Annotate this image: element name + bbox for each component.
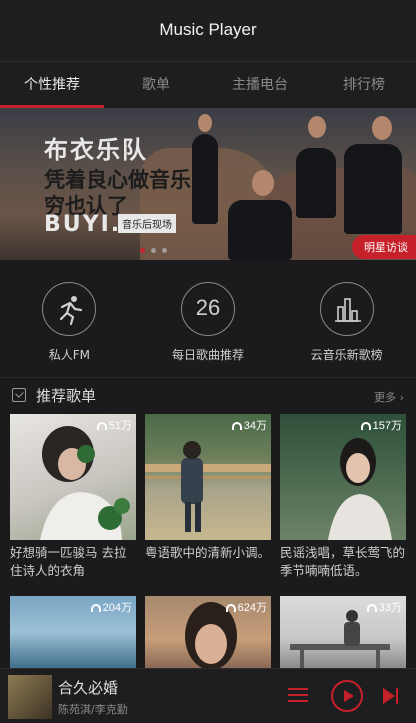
next-triangle — [383, 688, 395, 704]
section-title: 推荐歌单 — [36, 387, 97, 405]
banner-pagination[interactable] — [140, 248, 167, 253]
playlist-cover: 34万 — [145, 414, 271, 540]
tab-charts[interactable]: 排行榜 — [312, 62, 416, 108]
play-count-value: 51万 — [108, 420, 132, 432]
play-count-value: 204万 — [102, 602, 132, 614]
quick-link-label: 私人FM — [48, 348, 90, 362]
recommended-playlists-header: 推荐歌单 更多 › — [0, 378, 416, 414]
playlist-queue-icon[interactable] — [288, 687, 308, 703]
banner-dot[interactable] — [162, 248, 167, 253]
playlist-cover: 624万 — [145, 596, 271, 668]
playlist-cover: 33万 — [280, 596, 406, 668]
quick-link-fm[interactable]: 私人FM — [0, 260, 139, 377]
band-member-head — [308, 116, 326, 138]
next-bar — [396, 688, 398, 704]
next-track-icon[interactable] — [381, 686, 401, 706]
headphones-icon — [231, 422, 242, 430]
banner-dot[interactable] — [151, 248, 156, 253]
now-playing-title: 合久必婚 — [58, 679, 119, 697]
playlist-cover: 51万 — [10, 414, 136, 540]
playlist-title: 民谣浅唱，草长莺飞的季节喃喃低语。 — [280, 545, 406, 578]
band-member-figure — [192, 134, 218, 224]
calendar-day-icon: 26 — [181, 282, 235, 336]
app-header: Music Player — [0, 0, 416, 62]
daily-date-number: 26 — [195, 295, 221, 320]
runner-icon — [42, 282, 97, 336]
promo-banner[interactable]: 布衣乐队 凭着良心做音乐 穷也认了 BUYI. 音乐后现场 明星访谈 — [0, 108, 416, 260]
app-root: Music Player 个性推荐 歌单 主播电台 排行榜 布衣乐队 凭着良心做… — [0, 0, 416, 723]
band-member-figure — [228, 200, 292, 260]
quick-links: 私人FM 26 每日歌曲推荐 云音乐新歌榜 — [0, 260, 416, 378]
tab-playlists[interactable]: 歌单 — [104, 62, 208, 108]
play-button[interactable] — [331, 680, 363, 712]
quick-link-new-songs[interactable]: 云音乐新歌榜 — [277, 260, 416, 377]
bar-chart-icon — [319, 282, 374, 336]
banner-subtitle: 音乐后现场 — [118, 214, 176, 233]
app-title: Music Player — [159, 20, 257, 39]
more-link[interactable]: 更多 › — [374, 389, 404, 405]
play-count-value: 157万 — [372, 420, 402, 432]
banner-brand: BUYI. — [44, 212, 122, 237]
banner-band-name: 布衣乐队 — [44, 136, 148, 164]
play-count: 204万 — [90, 599, 132, 615]
play-count: 157万 — [360, 417, 402, 433]
play-count-value: 34万 — [243, 420, 267, 432]
playlist-title: 好想骑一匹骏马 去拉住诗人的衣角 — [10, 545, 127, 578]
tab-bar: 个性推荐 歌单 主播电台 排行榜 — [0, 62, 416, 108]
quick-link-daily[interactable]: 26 每日歌曲推荐 — [139, 260, 278, 377]
band-member-figure — [344, 144, 402, 234]
now-playing-artist: 陈苑淇/李克勤 — [58, 703, 128, 716]
play-count-value: 624万 — [237, 602, 267, 614]
play-count: 51万 — [96, 417, 132, 433]
headphones-icon — [96, 422, 107, 430]
playlist-cover: 157万 — [280, 414, 406, 540]
play-count: 33万 — [366, 599, 402, 615]
tab-recommend[interactable]: 个性推荐 — [0, 62, 104, 108]
headphones-icon — [360, 422, 371, 430]
band-member-head — [252, 170, 274, 196]
playlist-title: 粤语歌中的清新小调。 — [145, 545, 271, 560]
tab-radio[interactable]: 主播电台 — [208, 62, 312, 108]
more-label: 更多 — [374, 391, 397, 404]
checklist-icon — [12, 388, 26, 402]
banner-dot-active[interactable] — [140, 248, 145, 253]
playlist-cover: 204万 — [10, 596, 136, 668]
quick-link-label: 每日歌曲推荐 — [172, 348, 245, 362]
headphones-icon — [366, 604, 377, 612]
quick-link-label: 云音乐新歌榜 — [310, 348, 383, 362]
mini-player[interactable]: 合久必婚 陈苑淇/李克勤 — [0, 668, 416, 723]
play-count: 624万 — [225, 599, 267, 615]
headphones-icon — [90, 604, 101, 612]
band-member-head — [372, 116, 392, 140]
band-member-head — [198, 114, 212, 132]
play-count: 34万 — [231, 417, 267, 433]
banner-tag[interactable]: 明星访谈 — [352, 235, 416, 259]
band-member-figure — [296, 148, 336, 218]
headphones-icon — [225, 604, 236, 612]
play-count-value: 33万 — [378, 602, 402, 614]
now-playing-cover[interactable] — [8, 675, 52, 719]
